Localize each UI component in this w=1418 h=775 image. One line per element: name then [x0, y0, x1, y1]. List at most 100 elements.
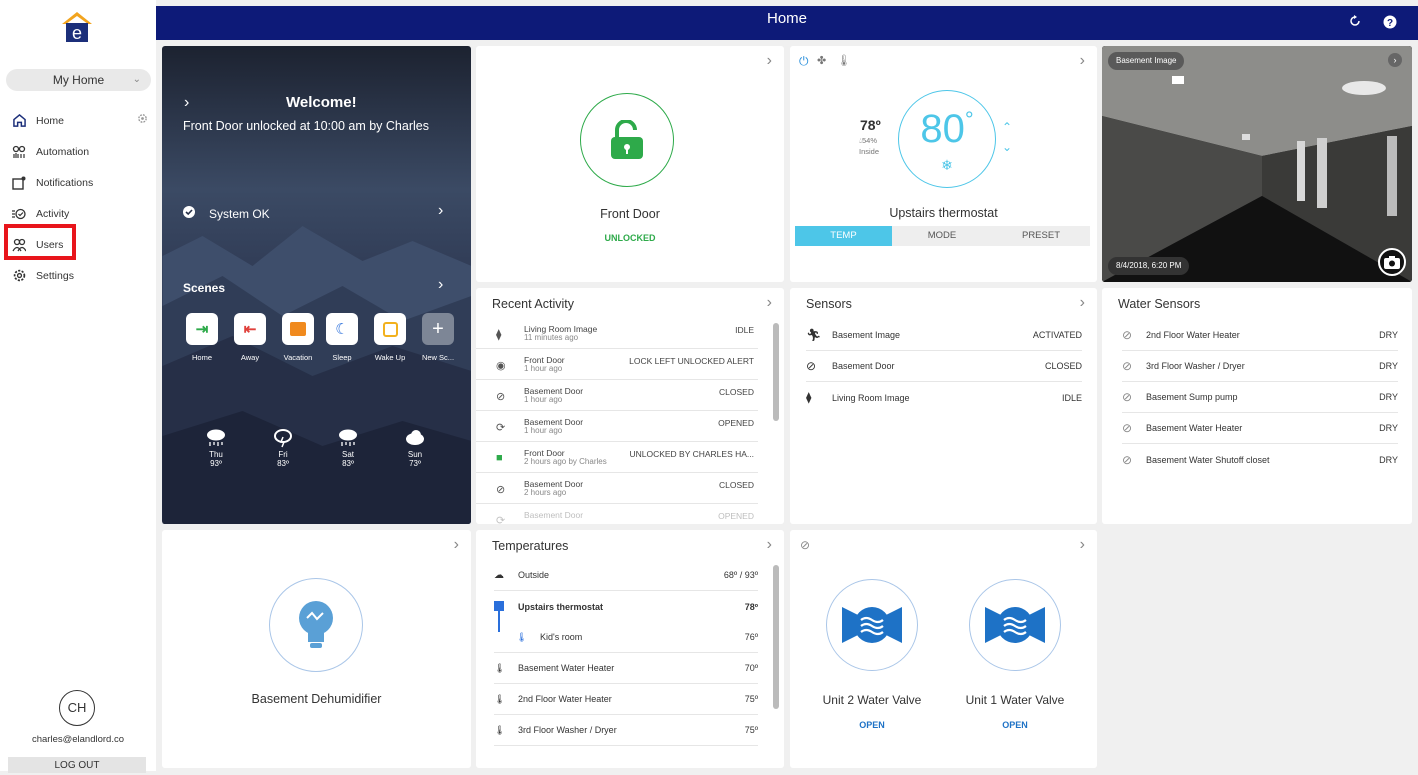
front-door-card[interactable]: › Front Door UNLOCKED — [476, 46, 784, 282]
chevron-right-icon[interactable]: › — [767, 294, 772, 312]
sidebar-item-notifications[interactable]: Notifications — [0, 167, 156, 198]
weather-temp: 93º — [210, 459, 222, 468]
activity-status: UNLOCKED BY CHARLES HA... — [629, 449, 754, 459]
unit-2-valve-button[interactable] — [826, 579, 918, 671]
thermometer-icon[interactable]: 🌡︎ — [837, 54, 851, 67]
snapshot-button[interactable] — [1378, 248, 1406, 276]
gear-icon[interactable] — [137, 113, 148, 127]
moon-icon: ☾ — [335, 321, 349, 338]
lock-status-ring[interactable] — [580, 93, 674, 187]
list-item[interactable]: ⊘ Basement Door 1 hour ago CLOSED — [476, 380, 758, 411]
list-item[interactable]: ⊘ 2nd Floor Water Heater DRY — [1122, 320, 1398, 351]
user-email: charles@elandlord.co — [31, 734, 125, 745]
scrollbar[interactable] — [773, 323, 779, 421]
scene-sleep-button[interactable]: ☾ — [326, 313, 358, 345]
home-selector[interactable]: My Home ⌄ — [6, 69, 151, 91]
thermostat-card[interactable]: ⏻ ✤ 🌡︎ › 78º 💧︎54% Inside 80° ❄ ⌃ ⌄ Upst… — [790, 46, 1097, 282]
dehumidifier-card[interactable]: › Basement Dehumidifier — [162, 530, 471, 768]
activity-status: OPENED — [718, 418, 754, 428]
inside-label: Inside — [859, 147, 880, 156]
list-item[interactable]: Upstairs thermostat 78º — [494, 591, 758, 622]
temperature-name: Basement Water Heater — [518, 663, 615, 673]
chevron-right-icon[interactable]: › — [767, 52, 772, 70]
help-icon[interactable]: ? — [1383, 15, 1397, 32]
system-status[interactable]: System OK — [183, 206, 270, 221]
front-door-name: Front Door — [600, 207, 660, 221]
scene-vacation-button[interactable] — [282, 313, 314, 345]
chevron-right-icon[interactable]: › — [1080, 536, 1085, 554]
sidebar-item-automation[interactable]: Automation — [0, 136, 156, 167]
power-icon[interactable]: ⏻ — [799, 54, 809, 69]
door-sensor-icon: ⊘ — [496, 391, 506, 403]
recent-activity-title: Recent Activity — [492, 297, 574, 311]
elandlord-logo[interactable]: e — [60, 10, 94, 44]
list-item[interactable]: ⊘ Basement Water Heater DRY — [1122, 413, 1398, 444]
temperature-name: Kid's room — [540, 632, 583, 642]
list-item[interactable]: 🌡︎ Basement Water Heater 70º — [494, 653, 758, 684]
tab-mode[interactable]: MODE — [892, 226, 992, 246]
list-item[interactable]: ⊘ Basement Door 2 hours ago CLOSED — [476, 473, 758, 504]
water-sensors-title: Water Sensors — [1118, 297, 1201, 311]
setpoint-dial[interactable]: 80° ❄ — [898, 90, 996, 188]
humidity-reading: 💧︎54% — [859, 136, 877, 146]
weather-day: Sun 73º — [395, 428, 435, 468]
chevron-up-icon[interactable]: ⌃ — [1002, 120, 1012, 134]
list-item[interactable]: ⊘ Basement Sump pump DRY — [1122, 382, 1398, 413]
sensor-status: CLOSED — [1044, 361, 1082, 371]
chevron-right-icon[interactable]: › — [454, 536, 459, 554]
temperature-value: 70º — [744, 663, 758, 673]
list-item[interactable]: ■ Front Door 2 hours ago by Charles UNLOCKE… — [476, 442, 758, 473]
list-item[interactable]: 🌡︎ 2nd Floor Water Heater 75º — [494, 684, 758, 715]
scene-new-button[interactable]: + — [422, 313, 454, 345]
list-item[interactable]: ⧫ Living Room Image 11 minutes ago IDLE — [476, 318, 758, 349]
camera-card[interactable]: Basement Image › 8/4/2018, 6:20 PM — [1102, 46, 1412, 282]
list-item[interactable]: ☁ Outside 68º / 93º — [494, 560, 758, 591]
chevron-right-icon[interactable]: › — [438, 202, 443, 220]
list-item[interactable]: ⊘ Basement Water Shutoff closet DRY — [1122, 444, 1398, 475]
valve-name: Unit 1 Water Valve — [965, 693, 1065, 707]
scrollbar[interactable] — [773, 565, 779, 709]
refresh-icon[interactable] — [1349, 15, 1361, 30]
list-item[interactable]: ⟳ Basement Door OPENED — [476, 504, 758, 524]
list-item[interactable]: ⧫ Living Room Image IDLE — [806, 382, 1082, 413]
alert-icon: ◉ — [496, 360, 506, 372]
list-item[interactable]: ⟳ Basement Door 1 hour ago OPENED — [476, 411, 758, 442]
list-item[interactable]: 🏃︎ Basement Image ACTIVATED — [806, 320, 1082, 351]
sidebar-item-settings[interactable]: Settings — [0, 260, 156, 291]
welcome-message: Front Door unlocked at 10:00 am by Charl… — [183, 119, 429, 133]
chevron-right-icon[interactable]: › — [767, 536, 772, 554]
water-sensor-status: DRY — [1379, 392, 1398, 402]
temperature-name: 2nd Floor Water Heater — [518, 694, 612, 704]
weather-temp: 73º — [409, 459, 421, 468]
chevron-down-icon[interactable]: ⌄ — [1002, 140, 1012, 154]
chevron-right-icon[interactable]: › — [1080, 294, 1085, 312]
top-bar: Home ? — [156, 6, 1418, 40]
chevron-right-icon[interactable]: › — [1388, 53, 1402, 67]
dehumidifier-status-ring[interactable] — [269, 578, 363, 672]
temperature-value: 75º — [744, 725, 758, 735]
camera-image[interactable] — [1102, 46, 1412, 282]
scene-away-button[interactable]: ⇤ — [234, 313, 266, 345]
chevron-right-icon[interactable]: › — [184, 94, 189, 112]
chevron-right-icon[interactable]: › — [1080, 52, 1085, 70]
scene-home-button[interactable]: ⇥ — [186, 313, 218, 345]
list-item[interactable]: 🌡︎ Kid's room 76º — [494, 622, 758, 653]
tab-preset[interactable]: PRESET — [992, 226, 1090, 246]
tab-temp[interactable]: TEMP — [795, 226, 892, 246]
avatar[interactable]: CH — [59, 690, 95, 726]
list-item[interactable]: 🌡︎ 3rd Floor Washer / Dryer 75º — [494, 715, 758, 746]
list-item[interactable]: ◉ Front Door 1 hour ago LOCK LEFT UNLOCKED … — [476, 349, 758, 380]
weather-temp: 83º — [342, 459, 354, 468]
sidebar-item-home[interactable]: Home — [0, 105, 156, 136]
water-valve-icon — [985, 607, 1045, 643]
list-item[interactable]: ⊘ Basement Door CLOSED — [806, 351, 1082, 382]
list-item[interactable]: ⊘ 3rd Floor Washer / Dryer DRY — [1122, 351, 1398, 382]
fan-icon[interactable]: ✤ — [817, 54, 826, 67]
thunderstorm-icon — [274, 429, 292, 448]
cloud-icon — [406, 430, 424, 445]
sidebar-item-label: Settings — [36, 269, 74, 282]
snowflake-icon: ❄ — [941, 157, 953, 173]
unit-1-valve-button[interactable] — [969, 579, 1061, 671]
scene-wakeup-button[interactable] — [374, 313, 406, 345]
chevron-right-icon[interactable]: › — [438, 276, 443, 294]
